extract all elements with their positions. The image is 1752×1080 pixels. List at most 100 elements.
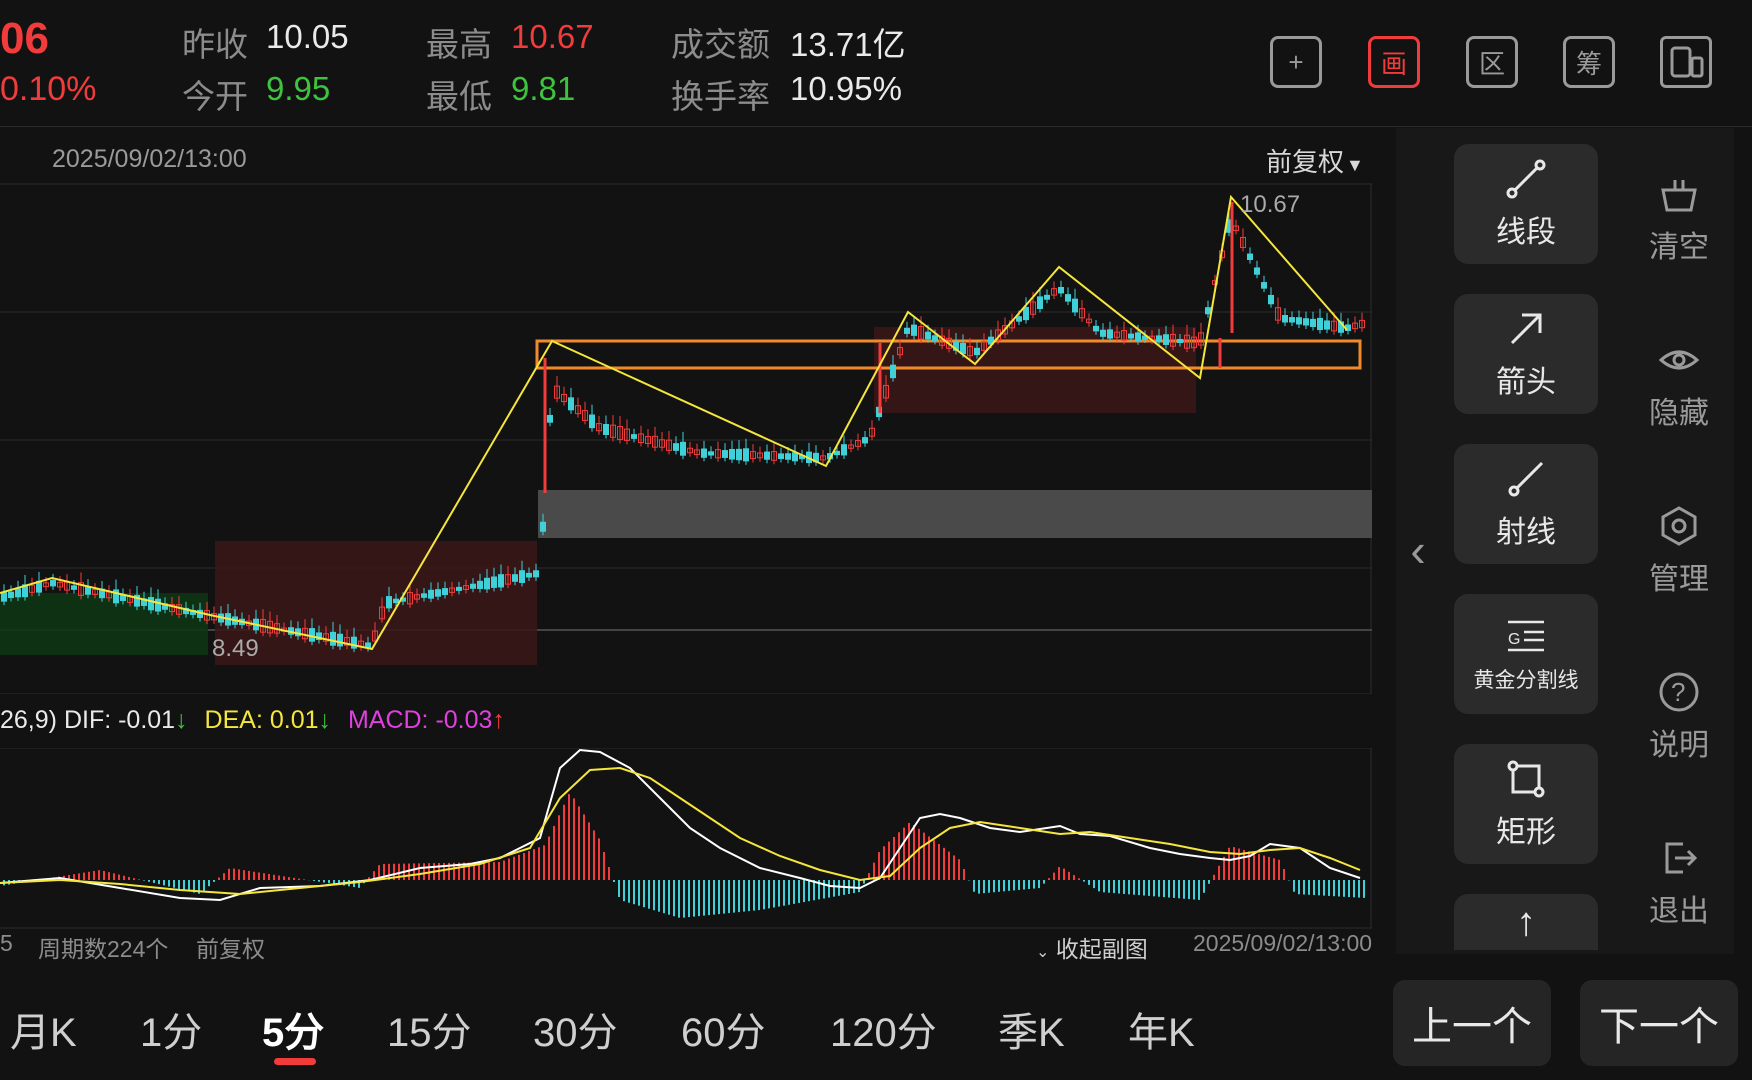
low-label: 最低 — [426, 78, 492, 115]
period-count: 周期数224个 — [38, 936, 169, 962]
tool-segment-label: 线段 — [1496, 216, 1556, 249]
zone-green[interactable] — [0, 593, 208, 655]
footer-date: 2025/09/02/13:00 — [1193, 930, 1373, 956]
macd-params: 26,9) — [0, 706, 57, 734]
up-arrow-icon: ↑ — [1516, 900, 1536, 944]
candle-body — [932, 335, 938, 341]
candle-body — [1037, 296, 1043, 310]
turnover-rate-value: 10.95% — [790, 70, 902, 107]
candle-body — [484, 577, 490, 590]
tool-more-button[interactable]: ↑ — [1454, 894, 1598, 950]
trend-polyline[interactable] — [0, 194, 1348, 651]
drawing-tool-panel: ‹ 线段 箭头 射线 G 黄金分割线 矩形 ↑ 清空 隐藏 管理 ? 说明 退出 — [1396, 128, 1734, 954]
candle-body — [421, 593, 427, 598]
footer-adjust: 前复权 — [196, 936, 265, 962]
help-button[interactable]: ? 说明 — [1624, 670, 1734, 764]
period-15min-tab[interactable]: 15分 — [387, 1000, 472, 1058]
tool-arrow-button[interactable]: 箭头 — [1454, 294, 1598, 414]
candle-body — [589, 414, 595, 429]
device-switch-icon[interactable] — [1660, 36, 1712, 88]
tool-fibonacci-label: 黄金分割线 — [1473, 669, 1579, 692]
candle-body — [736, 448, 742, 461]
zone-red-1[interactable] — [215, 541, 537, 665]
exit-label: 退出 — [1649, 895, 1709, 928]
high-price-marker: 10.67 — [1240, 191, 1300, 218]
ray-icon — [1508, 461, 1544, 497]
tool-ray-label: 射线 — [1496, 516, 1556, 549]
open-label: 今开 — [182, 78, 248, 115]
candle-body — [1317, 317, 1323, 331]
candle-body — [540, 521, 546, 532]
candle-body — [729, 448, 735, 460]
prev-stock-button[interactable]: 上一个 — [1393, 980, 1551, 1066]
candle-body — [1135, 332, 1141, 342]
candles — [1, 202, 1365, 653]
prev-close-value: 10.05 — [266, 18, 349, 55]
period-120min-tab[interactable]: 120分 — [830, 1000, 937, 1058]
candlestick-chart[interactable]: 10.67 8.49 — [0, 128, 1372, 694]
period-60min-tab[interactable]: 60分 — [681, 1000, 766, 1058]
candle-body — [1268, 294, 1274, 305]
candle-body — [960, 342, 966, 355]
next-stock-button[interactable]: 下一个 — [1580, 980, 1738, 1066]
prev-close-label: 昨收 — [182, 26, 248, 63]
period-month-tab[interactable]: 月K — [10, 1000, 77, 1058]
fibonacci-icon: G — [1508, 620, 1544, 652]
candle-body — [603, 423, 609, 436]
period-year-tab[interactable]: 年K — [1128, 1000, 1195, 1058]
candle-body — [1100, 329, 1106, 337]
candle-body — [911, 324, 917, 336]
candle-body — [1016, 316, 1022, 322]
candle-body — [1205, 307, 1211, 315]
tool-rect-button[interactable]: 矩形 — [1454, 744, 1598, 864]
tool-segment-button[interactable]: 线段 — [1454, 144, 1598, 264]
period-5min-tab[interactable]: 5分 — [262, 1000, 324, 1058]
candle-body — [841, 444, 847, 456]
quote-header: 06 0.10% 昨收 10.05 今开 9.95 最高 10.67 最低 9.… — [0, 0, 1752, 127]
candle-body — [1324, 320, 1330, 330]
eye-icon — [1658, 350, 1700, 370]
candle-body — [890, 364, 896, 379]
candle-body — [330, 631, 336, 646]
plus-icon[interactable]: + — [1270, 36, 1322, 88]
manage-button[interactable]: 管理 — [1624, 504, 1734, 598]
candle-body — [1093, 325, 1099, 332]
candle-body — [1044, 294, 1050, 300]
turnover-label: 成交额 — [671, 26, 770, 63]
candle-body — [309, 628, 315, 642]
candle-body — [470, 583, 476, 589]
tool-fibonacci-button[interactable]: G 黄金分割线 — [1454, 594, 1598, 714]
clear-button[interactable]: 清空 — [1624, 172, 1734, 266]
dea-arrow-icon: ↓ — [318, 706, 332, 734]
range-icon[interactable]: 区 — [1466, 36, 1518, 88]
candle-body — [722, 450, 728, 458]
help-label: 说明 — [1649, 729, 1709, 762]
panel-collapse-icon[interactable]: ‹ — [1396, 523, 1440, 583]
period-season-tab[interactable]: 季K — [998, 1000, 1065, 1058]
candle-body — [148, 597, 154, 611]
chips-icon[interactable]: 筹 — [1563, 36, 1615, 88]
candle-body — [1072, 298, 1078, 313]
candle-body — [1282, 314, 1288, 323]
collapse-subchart-button[interactable]: ⌄ 收起副图 — [1036, 930, 1148, 964]
candle-body — [1, 592, 7, 602]
candle-body — [533, 570, 539, 578]
draw-icon[interactable]: 画 — [1368, 36, 1420, 88]
candle-body — [1058, 286, 1064, 294]
period-1min-tab[interactable]: 1分 — [140, 1000, 202, 1058]
dif-arrow-icon: ↓ — [175, 706, 188, 734]
candle-body — [435, 589, 441, 597]
macd-chart[interactable] — [0, 748, 1372, 930]
candle-body — [792, 452, 798, 462]
tool-ray-button[interactable]: 射线 — [1454, 444, 1598, 564]
candle-body — [1163, 334, 1169, 345]
zone-gray-gap[interactable] — [538, 490, 1372, 538]
candle-body — [778, 453, 784, 460]
exit-button[interactable]: 退出 — [1624, 836, 1734, 930]
candle-body — [386, 596, 392, 609]
period-30min-tab[interactable]: 30分 — [533, 1000, 618, 1058]
hide-label: 隐藏 — [1649, 397, 1709, 430]
question-icon: ? — [1659, 672, 1699, 712]
candle-body — [1128, 333, 1134, 339]
hide-button[interactable]: 隐藏 — [1624, 338, 1734, 432]
